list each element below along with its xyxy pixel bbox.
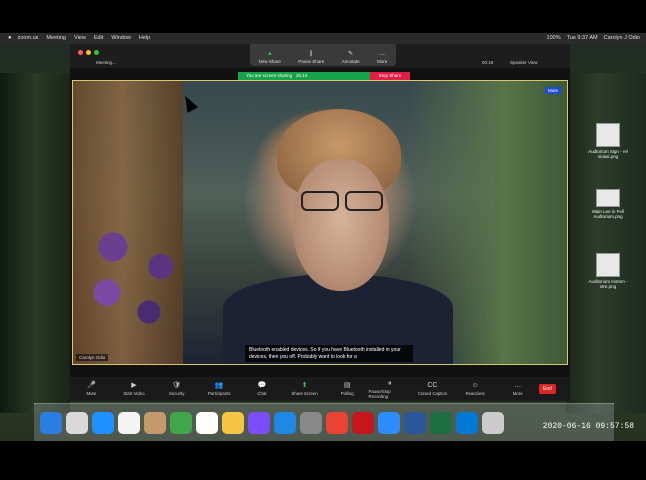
minimize-window-button[interactable]: [86, 50, 91, 55]
dock-app-icon[interactable]: [404, 411, 426, 434]
dock-app-icon[interactable]: [248, 411, 270, 434]
polling-icon: ▤: [343, 382, 351, 389]
dock-app-icon[interactable]: [352, 411, 374, 434]
dock-app-icon[interactable]: [326, 411, 348, 434]
speaker-face: [293, 159, 389, 291]
mac-dock: [34, 403, 614, 441]
dock-app-icon[interactable]: [92, 411, 114, 434]
closed-caption-icon: CC: [427, 382, 438, 389]
desktop-file-main-lee[interactable]: Main Lee in Fell Audtorium.png: [586, 189, 630, 219]
chat-icon: 💬: [257, 382, 267, 389]
desktop-background-tree-left: [0, 73, 70, 413]
screen-sharing-banner: You are screen sharing 25:14 Stop Share: [238, 72, 410, 80]
dock-app-icon[interactable]: [430, 411, 452, 434]
more-button[interactable]: … More: [496, 382, 539, 396]
dock-app-icon[interactable]: [378, 411, 400, 434]
clock[interactable]: Tue 9:37 AM: [567, 33, 598, 44]
user-name[interactable]: Carolyn J Odio: [604, 33, 640, 44]
zoom-meeting-window: Meeting... 00:18 Speaker View ▲ New Share…: [70, 44, 570, 401]
more-icon: …: [379, 51, 386, 57]
meeting-tab[interactable]: Meeting...: [96, 59, 116, 67]
recording-button[interactable]: ⏸ Pause/Stop Recording: [368, 380, 411, 399]
timestamp-overlay: 2020-06-16 09:57:58: [542, 422, 634, 431]
menu-help[interactable]: Help: [139, 33, 150, 44]
dock-app-icon[interactable]: [456, 411, 478, 434]
menu-app-name[interactable]: zoom.us: [18, 33, 39, 44]
zoom-window-button[interactable]: [94, 50, 99, 55]
dock-app-icon[interactable]: [222, 411, 244, 434]
dock-app-icon[interactable]: [40, 411, 62, 434]
new-share-icon: ▲: [266, 51, 273, 57]
meeting-timer-pill: 00:18: [482, 60, 494, 65]
menu-window[interactable]: Window: [111, 33, 131, 44]
window-title-bar: Meeting... 00:18 Speaker View ▲ New Share…: [70, 44, 570, 68]
share-timer: 25:14: [295, 73, 308, 78]
reactions-button[interactable]: ☺ Reactions: [454, 382, 497, 396]
apple-icon[interactable]: ●: [8, 33, 12, 44]
desktop-file-auditorium-sign[interactable]: Audtorium Sign - rel sioasi.png: [586, 123, 630, 159]
new-share-button[interactable]: ▲ New Share: [259, 51, 281, 64]
dock-app-icon[interactable]: [482, 411, 504, 434]
dock-app-icon[interactable]: [274, 411, 296, 434]
stop-share-button[interactable]: Stop Share: [370, 72, 410, 80]
microphone-icon: 🎤: [86, 382, 96, 389]
menu-meeting[interactable]: Meeting: [46, 33, 66, 44]
speaker-view-button[interactable]: Speaker View: [510, 59, 538, 67]
pause-share-button[interactable]: ∥ Pause Share: [298, 51, 324, 64]
annotate-button[interactable]: ✎ Annotate: [342, 51, 360, 64]
mute-badge[interactable]: Mute: [544, 87, 561, 94]
dock-app-icon[interactable]: [196, 411, 218, 434]
more-share-button[interactable]: … More: [377, 51, 387, 64]
start-video-button[interactable]: ▶ Start Video: [113, 382, 156, 396]
menu-view[interactable]: View: [74, 33, 86, 44]
dock-app-icon[interactable]: [170, 411, 192, 434]
chat-button[interactable]: 💬 Chat: [241, 382, 284, 396]
menu-status-area: 100% Tue 9:37 AM Carolyn J Odio: [547, 33, 646, 44]
meeting-controls-bar: 🎤 Mute ▶ Start Video 🛡 Security 👥 Participan…: [70, 377, 570, 401]
dock-app-icon[interactable]: [300, 411, 322, 434]
dock-app-icon[interactable]: [144, 411, 166, 434]
participant-name-label: Carolyn Odio: [76, 354, 109, 361]
desktop-file-auditorium-instem[interactable]: Auditorium Instem - stre.png: [586, 253, 630, 289]
close-window-button[interactable]: [78, 50, 83, 55]
video-camera-icon: ▶: [131, 382, 137, 389]
battery-percent[interactable]: 100%: [547, 33, 561, 44]
security-button[interactable]: 🛡 Security: [155, 382, 198, 396]
menu-edit[interactable]: Edit: [94, 33, 103, 44]
screen-sharing-status: You are screen sharing 25:14: [238, 72, 370, 80]
pencil-icon: ✎: [348, 51, 354, 57]
share-screen-button[interactable]: ⬆ Share Screen: [283, 382, 326, 396]
mute-button[interactable]: 🎤 Mute: [70, 382, 113, 396]
pause-icon: ∥: [309, 51, 313, 57]
dock-app-icon[interactable]: [118, 411, 140, 434]
speaker-video[interactable]: Mute Carolyn Odio Bluetooth enabled devi…: [72, 80, 568, 365]
pause-recording-icon: ⏸: [388, 379, 392, 387]
participants-icon: 👥: [214, 382, 224, 389]
image-file-icon: [596, 123, 620, 147]
share-toolbar: ▲ New Share ∥ Pause Share ✎ Annotate … More: [250, 44, 396, 66]
polling-button[interactable]: ▤ Polling: [326, 382, 369, 396]
mac-menu-bar: ● zoom.us Meeting View Edit Window Help …: [0, 33, 646, 44]
speaker-glasses: [295, 191, 387, 213]
image-file-icon: [596, 189, 620, 207]
end-meeting-button[interactable]: End: [539, 384, 556, 394]
window-controls: [78, 50, 99, 55]
share-screen-icon: ⬆: [301, 382, 308, 389]
image-file-icon: [596, 253, 620, 277]
more-icon: …: [514, 382, 522, 389]
shield-icon: 🛡: [172, 382, 182, 389]
smiley-icon: ☺: [471, 382, 479, 389]
participants-button[interactable]: 👥 Participants: [198, 382, 241, 396]
video-bg-iris-flowers: [77, 221, 197, 351]
desktop-screen: ● zoom.us Meeting View Edit Window Help …: [0, 33, 646, 441]
closed-caption-button[interactable]: CC Closed Caption: [411, 382, 454, 396]
dock-app-icon[interactable]: [66, 411, 88, 434]
closed-caption-text: Bluetooth enabled devices. So if you hav…: [245, 345, 413, 362]
